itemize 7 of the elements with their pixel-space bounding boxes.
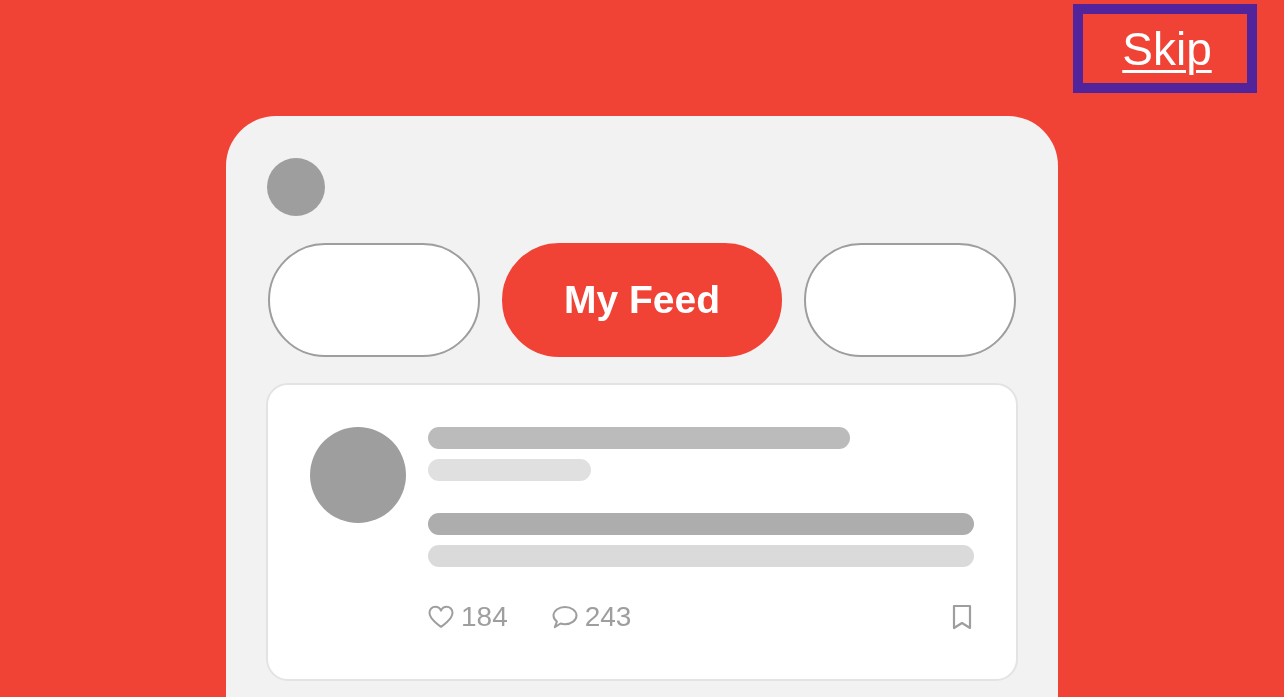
comment-count: 243 <box>584 602 632 632</box>
comment-icon[interactable] <box>551 605 578 629</box>
heart-icon[interactable] <box>428 605 454 629</box>
bookmark-icon[interactable] <box>952 604 972 630</box>
skip-link[interactable]: Skip <box>1073 4 1257 93</box>
like-count: 184 <box>461 602 508 632</box>
feed-tab[interactable]: My Feed <box>502 243 782 357</box>
